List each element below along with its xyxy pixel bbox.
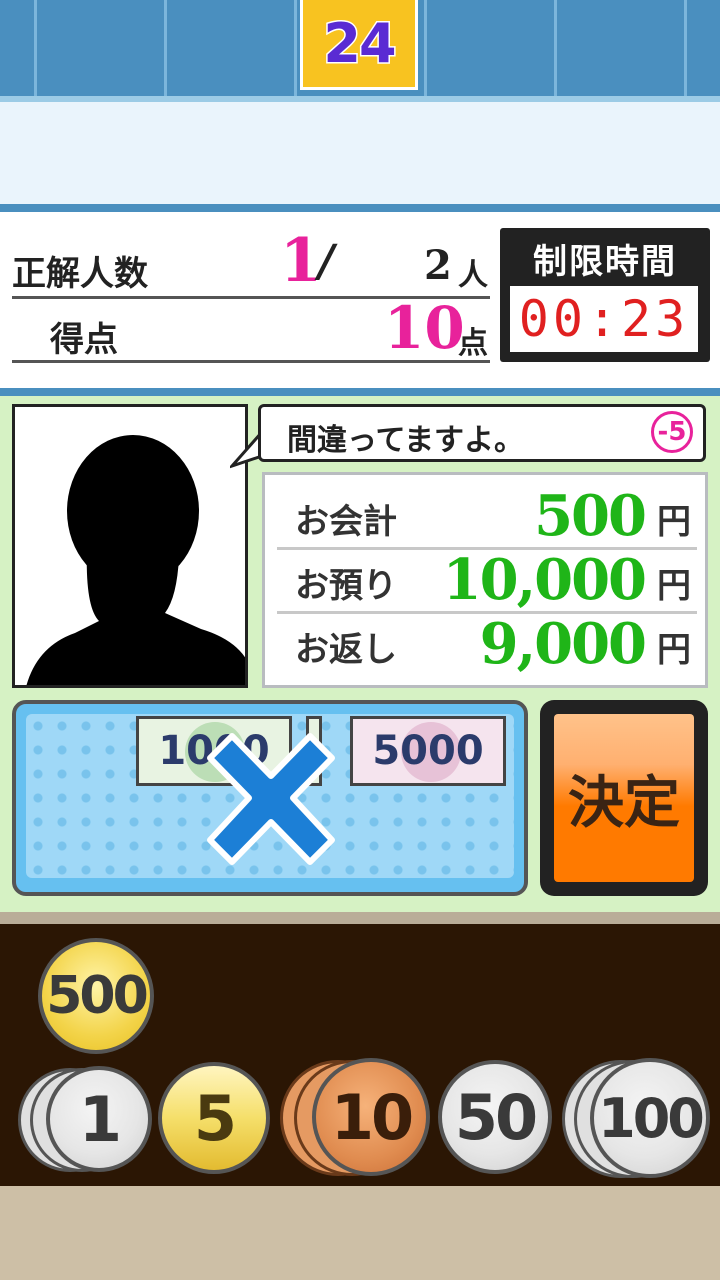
total-count: 2 <box>424 242 452 289</box>
coin-50[interactable]: 50 <box>438 1060 552 1174</box>
receipt-label: お預り <box>295 566 397 606</box>
decide-label: 決定 <box>568 770 680 836</box>
time-limit-label: 制限時間 <box>533 242 677 282</box>
decide-button[interactable]: 決定 <box>540 700 708 896</box>
timer-display: 00:23 <box>510 286 698 352</box>
coin-5-label: 5 <box>193 1081 237 1155</box>
receipt-value: 9,000 <box>479 611 647 677</box>
coin-10[interactable]: 10 <box>312 1058 430 1176</box>
receipt-row-received: お預り 10,000 円 <box>277 547 697 614</box>
coin-50-label: 50 <box>454 1080 538 1154</box>
receipt-label: お会計 <box>295 502 397 542</box>
points-row: 得点 10 点 <box>12 294 490 363</box>
time-limit-box: 制限時間 00:23 <box>500 228 710 362</box>
coin-shelf <box>0 912 720 924</box>
customer-silhouette-icon <box>26 435 245 685</box>
coin-10-label: 10 <box>330 1080 414 1154</box>
coin-100[interactable]: 100 <box>590 1058 710 1178</box>
bill-5000[interactable]: 5000 <box>350 716 506 786</box>
correct-count: 1 <box>280 226 322 296</box>
points-label: 得点 <box>50 320 118 360</box>
divider <box>0 204 720 216</box>
receipt-panel: お会計 500 円 お預り 10,000 円 お返し 9,000 円 <box>262 472 708 688</box>
yen-unit: 円 <box>657 566 691 606</box>
customer-portrait <box>12 404 248 688</box>
coin-1-label: 1 <box>78 1082 122 1156</box>
coin-100-label: 100 <box>598 1086 705 1150</box>
message-area <box>0 102 720 204</box>
coin-500[interactable]: 500 <box>38 938 154 1054</box>
correct-separator: / <box>318 236 335 287</box>
round-number: 24 <box>322 11 398 77</box>
speech-text: 間違ってますよ。 <box>287 423 524 458</box>
speech-bubble: 間違ってますよ。 -5 <box>258 404 706 462</box>
correct-row: 正解人数 1 / 2 人 <box>12 226 490 299</box>
coin-5[interactable]: 5 <box>158 1062 270 1174</box>
points-unit: 点 <box>458 326 488 361</box>
penalty-badge: -5 <box>651 411 693 453</box>
correct-label: 正解人数 <box>12 254 148 294</box>
receipt-value: 10,000 <box>442 547 647 613</box>
floor <box>0 1186 720 1280</box>
round-counter: 24 <box>300 0 418 90</box>
wrong-x-icon <box>207 733 335 865</box>
coin-500-label: 500 <box>46 966 149 1026</box>
receipt-row-change: お返し 9,000 円 <box>277 611 697 677</box>
coin-1[interactable]: 1 <box>46 1066 152 1172</box>
people-unit: 人 <box>458 258 488 293</box>
receipt-label: お返し <box>295 630 397 670</box>
bill-5000-label: 5000 <box>372 728 484 774</box>
yen-unit: 円 <box>657 502 691 542</box>
yen-unit: 円 <box>657 630 691 670</box>
receipt-row-total: お会計 500 円 <box>277 483 697 550</box>
points-value: 10 <box>384 294 465 362</box>
receipt-value: 500 <box>534 483 647 549</box>
